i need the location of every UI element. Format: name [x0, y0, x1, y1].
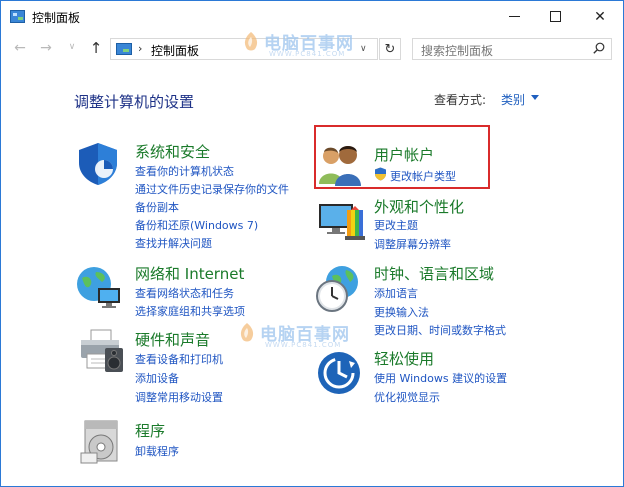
- category-network-internet[interactable]: 网络和 Internet: [135, 263, 244, 284]
- forward-button[interactable]: →: [37, 40, 55, 56]
- link-uninstall-program[interactable]: 卸载程序: [135, 443, 179, 459]
- category-programs[interactable]: 程序: [135, 420, 165, 441]
- refresh-button[interactable]: ↻: [379, 38, 401, 60]
- up-button[interactable]: ↑: [87, 39, 105, 57]
- address-dropdown-button[interactable]: ∨: [360, 44, 367, 54]
- link-network-status[interactable]: 查看网络状态和任务: [135, 285, 234, 301]
- close-icon: ✕: [594, 8, 606, 25]
- category-ease-of-access[interactable]: 轻松使用: [374, 348, 434, 369]
- security-shield-icon[interactable]: [75, 141, 121, 187]
- view-by-dropdown[interactable]: 类别: [501, 91, 525, 108]
- uac-shield-icon: [375, 167, 386, 181]
- link-add-language[interactable]: 添加语言: [374, 285, 418, 301]
- link-backup-copy[interactable]: 备份副本: [135, 199, 179, 215]
- category-system-security[interactable]: 系统和安全: [135, 141, 210, 162]
- programs-icon[interactable]: [79, 417, 125, 465]
- watermark-subtext: WWW.PC841.COM: [269, 50, 346, 58]
- link-homegroup-sharing[interactable]: 选择家庭组和共享选项: [135, 303, 245, 319]
- category-clock-language-region[interactable]: 时钟、语言和区域: [374, 263, 494, 284]
- link-file-history[interactable]: 通过文件历史记录保存你的文件: [135, 181, 289, 197]
- minimize-button[interactable]: [491, 1, 537, 32]
- watermark-logo-icon: [244, 32, 258, 51]
- window-title: 控制面板: [32, 11, 81, 25]
- close-button[interactable]: ✕: [577, 1, 623, 32]
- page-title: 调整计算机的设置: [74, 93, 195, 111]
- link-view-computer-status[interactable]: 查看你的计算机状态: [135, 163, 234, 179]
- search-icon[interactable]: [593, 42, 605, 54]
- maximize-button[interactable]: [532, 1, 578, 32]
- watermark-logo-icon: [240, 323, 254, 342]
- network-globe-icon[interactable]: [74, 264, 124, 310]
- link-devices-printers[interactable]: 查看设备和打印机: [135, 351, 223, 367]
- minimize-icon: [508, 16, 520, 17]
- view-by-caret-icon[interactable]: [531, 95, 539, 100]
- breadcrumb-separator[interactable]: ›: [138, 42, 142, 55]
- title-bar[interactable]: 控制面板 ✕: [1, 1, 623, 32]
- back-button[interactable]: ←: [11, 40, 29, 56]
- link-optimize-visual-display[interactable]: 优化视觉显示: [374, 389, 440, 405]
- search-input[interactable]: 搜索控制面板: [412, 38, 612, 60]
- view-by-label: 查看方式:: [434, 93, 487, 107]
- printer-icon[interactable]: [77, 328, 125, 376]
- breadcrumb-control-panel[interactable]: 控制面板: [151, 42, 199, 59]
- link-windows-recommended-settings[interactable]: 使用 Windows 建议的设置: [374, 370, 507, 386]
- link-troubleshoot[interactable]: 查找并解决问题: [135, 235, 212, 251]
- category-appearance[interactable]: 外观和个性化: [374, 196, 464, 217]
- category-hardware-sound[interactable]: 硬件和声音: [135, 329, 210, 350]
- link-backup-restore[interactable]: 备份和还原(Windows 7): [135, 217, 258, 233]
- control-panel-window: 控制面板 ✕ ← → ∨ ↑ › 控制面板 ∨ ↻ 搜索控制面板 调整计算机的设…: [0, 0, 624, 487]
- recent-locations-dropdown[interactable]: ∨: [63, 42, 81, 52]
- appearance-monitor-icon[interactable]: [317, 196, 367, 242]
- user-accounts-icon[interactable]: [317, 142, 365, 186]
- clock-globe-icon[interactable]: [314, 264, 364, 314]
- ease-of-access-icon[interactable]: [317, 351, 361, 395]
- control-panel-app-icon: [10, 10, 25, 23]
- link-screen-resolution[interactable]: 调整屏幕分辨率: [374, 236, 451, 252]
- maximize-icon: [549, 11, 561, 22]
- link-add-device[interactable]: 添加设备: [135, 370, 179, 386]
- link-change-date-time-format[interactable]: 更改日期、时间或数字格式: [374, 322, 506, 338]
- control-panel-location-icon: [116, 43, 132, 55]
- link-change-input-method[interactable]: 更换输入法: [374, 304, 429, 320]
- link-mobility-settings[interactable]: 调整常用移动设置: [135, 389, 223, 405]
- category-user-accounts[interactable]: 用户帐户: [374, 144, 434, 165]
- refresh-icon: ↻: [384, 41, 396, 57]
- link-change-theme[interactable]: 更改主题: [374, 217, 418, 233]
- search-placeholder: 搜索控制面板: [421, 44, 494, 58]
- watermark-subtext: WWW.PC841.COM: [265, 341, 342, 349]
- link-change-account-type[interactable]: 更改帐户类型: [390, 168, 456, 184]
